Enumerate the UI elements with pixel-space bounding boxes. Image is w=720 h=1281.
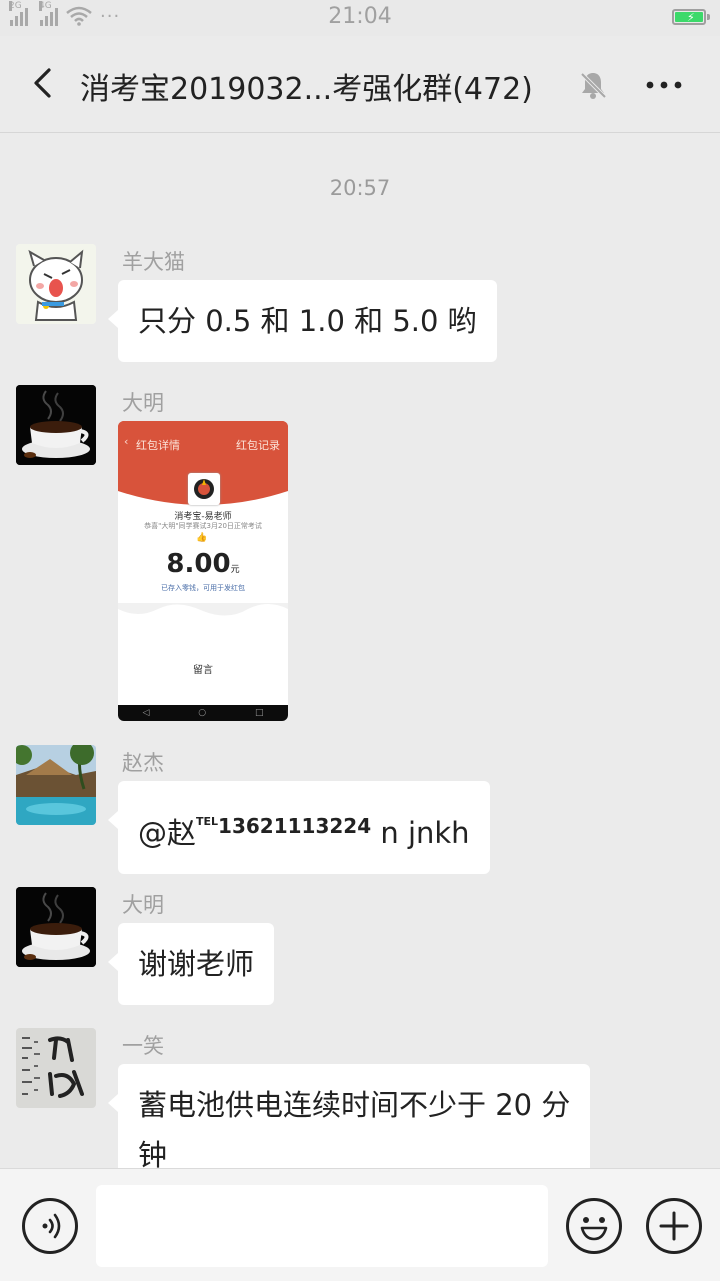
chat-title: 消考宝2019032...考强化群(472) [80, 72, 533, 107]
sender-name: 大明 [122, 893, 164, 917]
battery-icon: ⚡ [672, 9, 710, 25]
nav-back-icon: ◁ [142, 708, 150, 718]
emoji-button[interactable] [566, 1198, 622, 1254]
plus-icon [659, 1211, 689, 1241]
packet-unit: 元 [230, 565, 240, 575]
more-icon[interactable] [636, 66, 692, 104]
red-packet-screenshot[interactable]: ‹ 红包详情 红包记录 消考宝-易老师 恭喜"大明"同学赛试3月20日正常考试 … [118, 421, 288, 721]
packet-header-right: 红包记录 [236, 439, 280, 452]
avatar[interactable] [16, 1028, 96, 1108]
cartoon-cat-avatar-icon [16, 244, 96, 324]
coffee-cup-avatar-icon [16, 887, 96, 967]
sender-name: 大明 [122, 391, 164, 415]
emoji-icon [580, 1217, 608, 1241]
avatar[interactable] [16, 385, 96, 465]
sender-name: 赵杰 [122, 751, 164, 775]
tel-tag: TEL [196, 815, 219, 828]
message-line: 蓄电池供电连续时间不少于 20 分 [138, 1088, 571, 1122]
mention-text: @赵 [138, 816, 197, 850]
packet-note: 已存入零钱，可用于发红包 [161, 584, 245, 592]
message-suffix: n jnkh [371, 816, 470, 850]
back-arrow-icon: ‹ [124, 435, 129, 448]
message-bubble[interactable]: @赵TEL13621113224 n jnkh [108, 781, 490, 874]
status-time: 21:04 [328, 4, 392, 29]
avatar[interactable] [16, 887, 96, 967]
nav-recent-icon: □ [255, 708, 264, 718]
voice-button[interactable] [22, 1198, 78, 1254]
chat-header: 消考宝2019032...考强化群(472) [0, 36, 720, 133]
status-bar: 2G 4G ··· 21:04 ⚡ [0, 0, 720, 36]
packet-logo [188, 473, 220, 505]
packet-reply: 留言 [193, 665, 213, 676]
avatar[interactable] [16, 244, 96, 324]
message-input[interactable] [96, 1185, 548, 1267]
input-bar [0, 1168, 720, 1281]
packet-greeting: 恭喜"大明"同学赛试3月20日正常考试 [144, 522, 262, 530]
message-bubble[interactable]: 只分 0.5 和 1.0 和 5.0 哟 [108, 280, 497, 362]
avatar[interactable] [16, 745, 96, 825]
message-bubble[interactable]: 谢谢老师 [107, 923, 275, 1005]
logo-icon [194, 479, 214, 499]
phone-navbar: ◁ ○ □ [118, 705, 288, 721]
packet-amount-row: 8.00元 [118, 549, 288, 579]
coffee-cup-avatar-icon [16, 385, 96, 465]
resort-avatar-icon [16, 745, 96, 825]
voice-icon [42, 1213, 61, 1239]
phone-number[interactable]: 13621113224 [218, 814, 371, 838]
thumb-icon: 👍 [196, 533, 208, 543]
packet-amount: 8.00 [166, 549, 231, 579]
back-arrow-icon[interactable] [22, 58, 72, 108]
plus-button[interactable] [646, 1198, 702, 1254]
packet-header-left: 红包详情 [136, 439, 180, 452]
message-timestamp: 20:57 [329, 176, 391, 200]
bell-off-icon [580, 72, 607, 99]
calligraphy-avatar-icon [16, 1028, 96, 1108]
sender-name: 羊大猫 [122, 250, 185, 274]
nav-home-icon: ○ [198, 708, 207, 718]
sender-name: 一笑 [122, 1034, 164, 1058]
